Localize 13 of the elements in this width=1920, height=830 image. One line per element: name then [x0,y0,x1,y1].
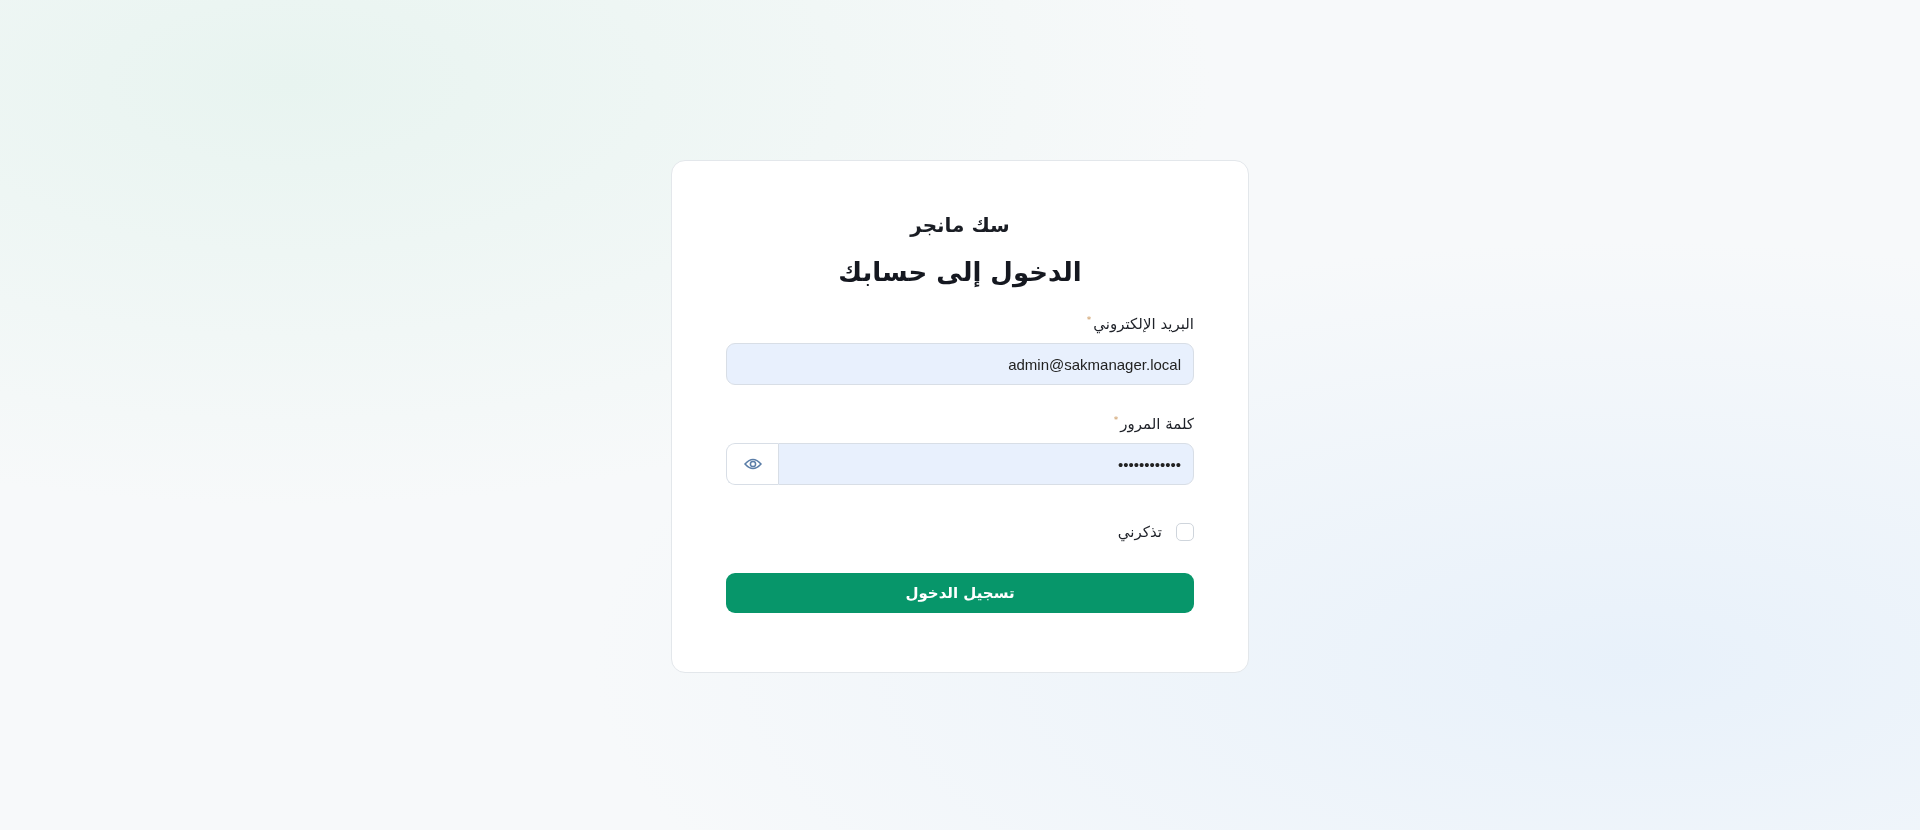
show-password-button[interactable] [726,443,778,485]
brand-name: سك مانجر [908,213,1011,237]
required-mark: * [1113,415,1119,425]
password-field[interactable]: •••••••••••• [778,443,1194,485]
email-field[interactable]: admin@sakmanager.local [726,343,1194,385]
login-heading: الدخول إلى حسابك [837,257,1083,287]
field-label: كلمة المرور [1120,415,1194,433]
remember-label: تذكرني [1117,523,1162,541]
field-label: البريد الإلكتروني [1093,315,1194,333]
login-button[interactable]: تسجيل الدخول [726,573,1194,613]
required-mark: * [1086,315,1092,325]
remember-checkbox[interactable] [1176,523,1194,541]
eye-icon [743,458,762,470]
